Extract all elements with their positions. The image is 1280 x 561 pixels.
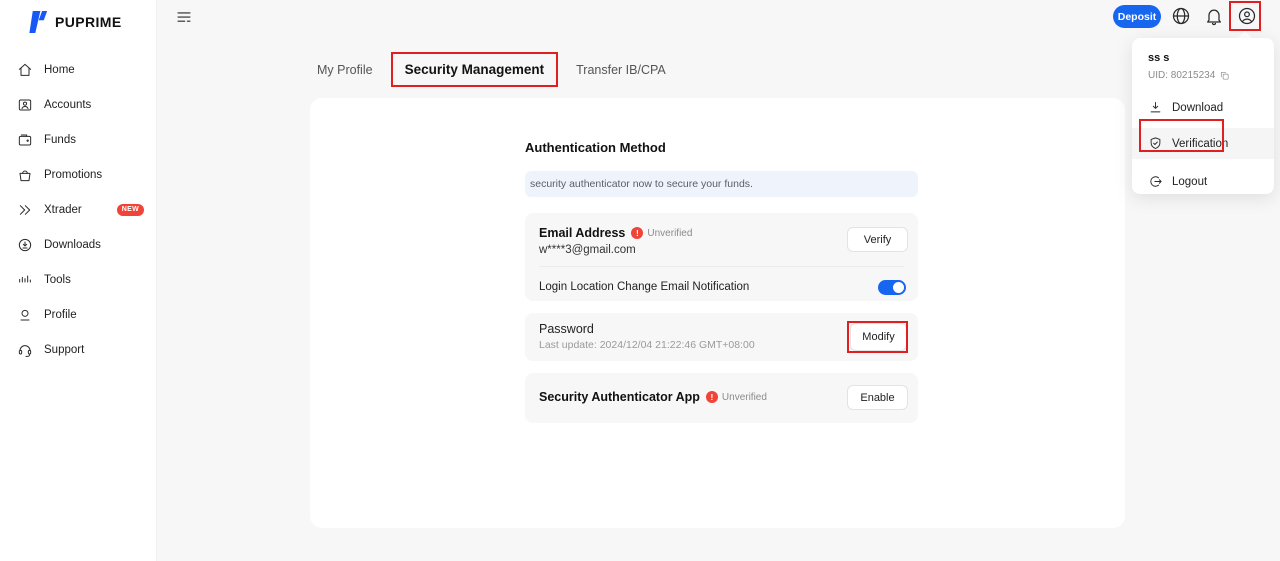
authenticator-status-badge: ! Unverified <box>706 391 767 403</box>
sidebar-item-support[interactable]: Support <box>0 332 156 367</box>
main-panel: Authentication Method security authentic… <box>310 98 1125 528</box>
accounts-icon <box>17 97 33 113</box>
bell-icon[interactable] <box>1204 6 1224 26</box>
email-card: Email Address ! Unverified w****3@gmail.… <box>525 213 918 301</box>
tab-security-management[interactable]: Security Management <box>391 52 559 87</box>
gift-basket-icon <box>17 167 33 183</box>
unverified-icon: ! <box>706 391 718 403</box>
sidebar-item-label: Home <box>44 64 75 76</box>
user-avatar-icon[interactable] <box>1237 6 1257 26</box>
tab-transfer-ib-cpa[interactable]: Transfer IB/CPA <box>576 55 666 85</box>
app: PUPRIME Home Accounts Funds Promotions X… <box>0 0 1280 561</box>
sidebar-item-accounts[interactable]: Accounts <box>0 87 156 122</box>
login-notification-toggle[interactable] <box>878 280 906 295</box>
cloud-download-icon <box>17 237 33 253</box>
sidebar-item-profile[interactable]: Profile <box>0 297 156 332</box>
sidebar-item-home[interactable]: Home <box>0 52 156 87</box>
divider <box>539 266 904 267</box>
menu-toggle-icon[interactable] <box>174 8 194 26</box>
double-chevron-icon <box>17 202 33 218</box>
sidebar: PUPRIME Home Accounts Funds Promotions X… <box>0 0 157 561</box>
sidebar-item-label: Support <box>44 344 84 356</box>
authenticator-title: Security Authenticator App <box>539 390 700 404</box>
logout-icon <box>1148 174 1163 189</box>
menu-item-logout[interactable]: Logout <box>1132 166 1274 197</box>
headset-icon <box>17 342 33 358</box>
unverified-icon: ! <box>631 227 643 239</box>
user-name: ss s <box>1148 52 1169 64</box>
sidebar-item-tools[interactable]: Tools <box>0 262 156 297</box>
brand-logo[interactable]: PUPRIME <box>0 0 156 44</box>
login-notification-label: Login Location Change Email Notification <box>539 281 749 293</box>
brand-name: PUPRIME <box>55 14 122 30</box>
wallet-icon <box>17 132 33 148</box>
deposit-button[interactable]: Deposit <box>1113 5 1161 28</box>
sidebar-item-xtrader[interactable]: Xtrader NEW <box>0 192 156 227</box>
sidebar-item-label: Profile <box>44 309 77 321</box>
sidebar-item-label: Xtrader <box>44 204 82 216</box>
bars-chart-icon <box>17 272 33 288</box>
security-banner: security authenticator now to secure you… <box>525 171 918 197</box>
page-title: Authentication Method <box>525 140 666 155</box>
sidebar-item-label: Promotions <box>44 169 102 181</box>
profile-tabs: My Profile Security Management Transfer … <box>317 52 666 87</box>
shield-check-icon <box>1148 136 1163 151</box>
toggle-knob <box>893 282 904 293</box>
email-title: Email Address <box>539 226 625 240</box>
tab-my-profile[interactable]: My Profile <box>317 55 373 85</box>
user-dropdown: ss s UID: 80215234 Download Verification… <box>1132 38 1274 194</box>
new-badge: NEW <box>117 204 144 216</box>
menu-item-download[interactable]: Download <box>1132 92 1274 123</box>
sidebar-item-promotions[interactable]: Promotions <box>0 157 156 192</box>
password-card: Password Last update: 2024/12/04 21:22:4… <box>525 313 918 361</box>
sidebar-item-label: Accounts <box>44 99 91 111</box>
sidebar-nav: Home Accounts Funds Promotions Xtrader N… <box>0 52 156 367</box>
sidebar-item-funds[interactable]: Funds <box>0 122 156 157</box>
verify-button[interactable]: Verify <box>847 227 908 252</box>
modify-button[interactable]: Modify <box>850 323 907 351</box>
authenticator-card: Security Authenticator App ! Unverified … <box>525 373 918 423</box>
enable-button[interactable]: Enable <box>847 385 908 410</box>
banner-text: security authenticator now to secure you… <box>525 178 753 190</box>
sidebar-item-downloads[interactable]: Downloads <box>0 227 156 262</box>
person-icon <box>17 307 33 323</box>
sidebar-item-label: Tools <box>44 274 71 286</box>
sidebar-item-label: Funds <box>44 134 76 146</box>
copy-icon[interactable] <box>1219 70 1230 81</box>
download-icon <box>1148 100 1163 115</box>
home-icon <box>17 62 33 78</box>
email-status-badge: ! Unverified <box>631 227 692 239</box>
sidebar-item-label: Downloads <box>44 239 101 251</box>
globe-icon[interactable] <box>1171 6 1191 26</box>
brand-logo-icon <box>26 10 48 34</box>
user-uid: UID: 80215234 <box>1148 70 1230 81</box>
menu-item-verification[interactable]: Verification <box>1132 128 1274 159</box>
